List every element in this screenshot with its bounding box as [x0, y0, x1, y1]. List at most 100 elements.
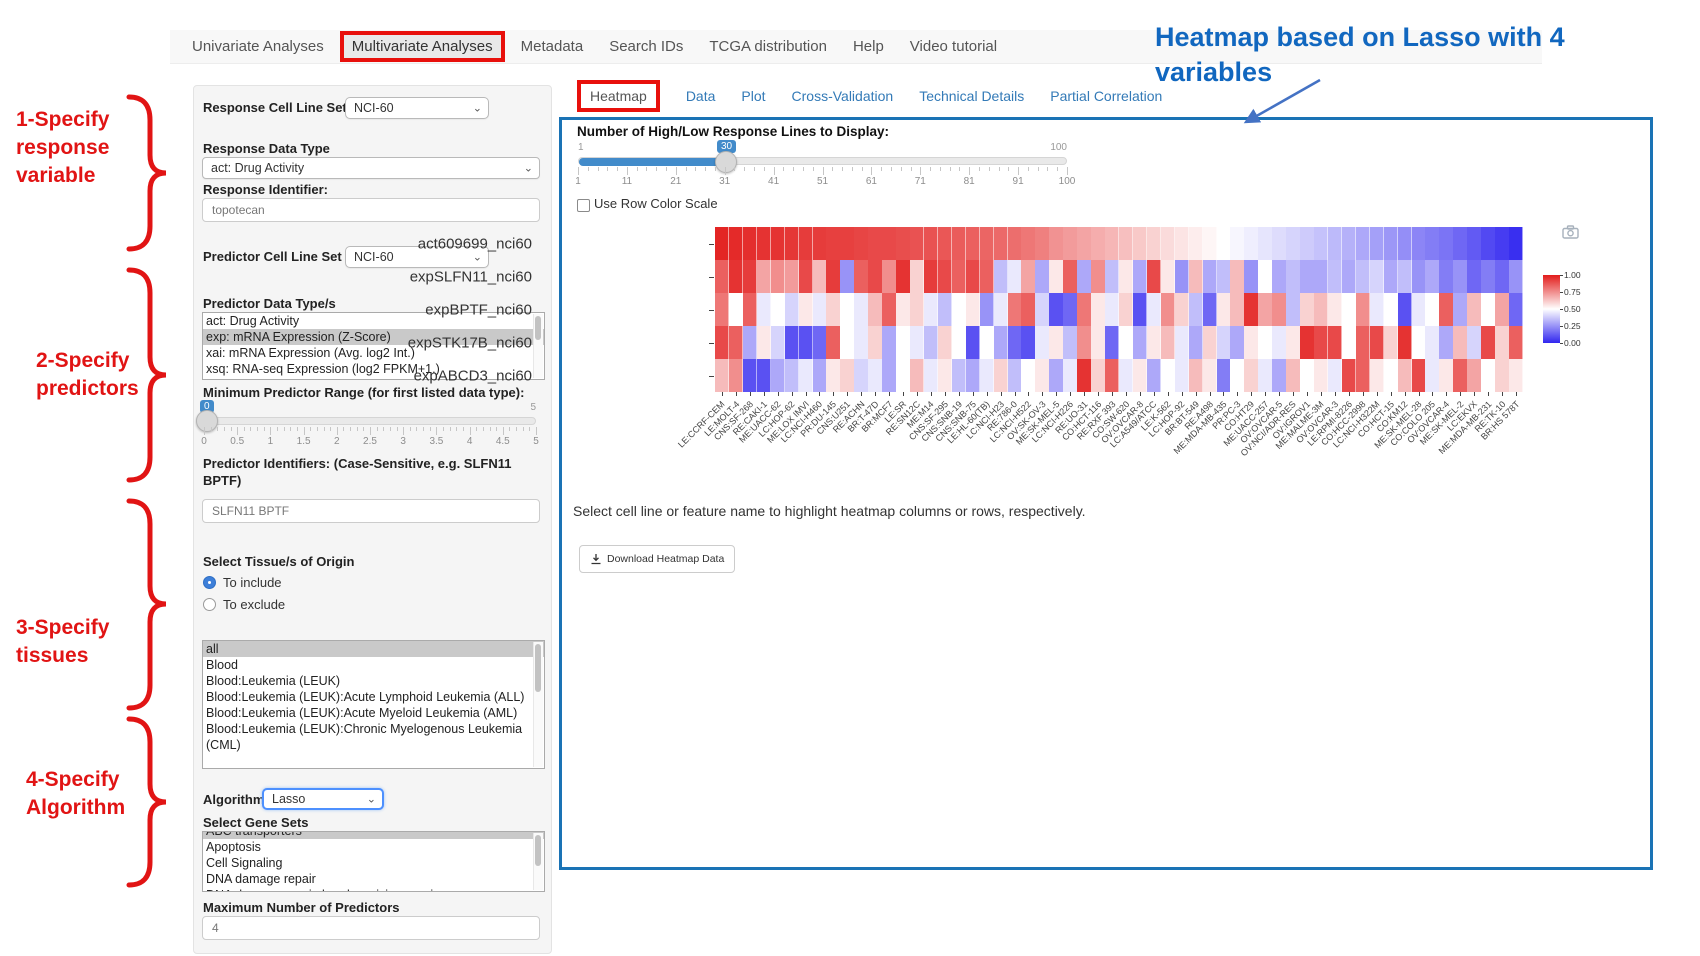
max-predictors-input[interactable]: [202, 916, 540, 940]
tab-partial-correlation[interactable]: Partial Correlation: [1050, 88, 1162, 104]
heatmap-cell: [910, 359, 924, 392]
x-axis-tick: [1196, 392, 1197, 396]
option-row[interactable]: ABC transporters: [203, 831, 544, 839]
slider-tick: [536, 427, 537, 435]
option-row[interactable]: Cell Signaling: [203, 855, 544, 871]
nav-item-help[interactable]: Help: [843, 32, 894, 61]
predictor-identifiers-input[interactable]: [202, 499, 540, 523]
slider-tick-label: 91: [1013, 176, 1024, 187]
tab-cross-validation[interactable]: Cross-Validation: [792, 88, 894, 104]
slider-minor-tick: [463, 427, 464, 431]
option-row[interactable]: Blood: [203, 657, 544, 673]
heatmap-cell: [924, 326, 938, 359]
nav-item-univariate-analyses[interactable]: Univariate Analyses: [182, 32, 334, 61]
heatmap-cell: [826, 293, 840, 326]
slider-minor-tick: [224, 427, 225, 431]
response-identifier-input[interactable]: [202, 198, 540, 222]
lines-slider[interactable]: 1 100 30 1112131415161718191100: [578, 140, 1067, 186]
heatmap-cell: [1272, 326, 1286, 359]
slider-minor-tick: [881, 167, 882, 171]
algorithm-select[interactable]: Lasso ⌄: [262, 788, 384, 810]
slider-minor-tick: [617, 167, 618, 171]
option-row[interactable]: all: [203, 641, 544, 657]
scrollbar[interactable]: [533, 642, 543, 767]
x-axis-tick: [1223, 392, 1224, 396]
row-label[interactable]: expBPTF_nci60: [425, 301, 532, 318]
option-row[interactable]: Apoptosis: [203, 839, 544, 855]
scrollbar[interactable]: [533, 833, 543, 890]
response-cell-line-set-select[interactable]: NCI-60 ⌄: [345, 97, 489, 119]
slider-minor-tick: [1008, 167, 1009, 171]
slider-tick: [403, 427, 404, 435]
option-row[interactable]: DNA damage repair: [203, 871, 544, 887]
heatmap-cell: [840, 260, 854, 293]
heatmap-cell: [799, 293, 813, 326]
row-label[interactable]: expSLFN11_nci60: [410, 268, 532, 285]
heatmap-cell: [854, 227, 868, 260]
heatmap-cell: [757, 260, 771, 293]
predictor-cell-line-set-value: NCI-60: [354, 250, 394, 264]
row-label[interactable]: expSTK17B_nci60: [408, 334, 532, 351]
heatmap-cell: [1439, 326, 1453, 359]
to-include-radio[interactable]: [203, 576, 216, 589]
heatmap[interactable]: act609699_nci60expSLFN11_nci60expBPTF_nc…: [715, 227, 1523, 392]
heatmap-cell: [1258, 359, 1272, 392]
heatmap-cell: [1008, 359, 1022, 392]
heatmap-cell: [1370, 260, 1384, 293]
heatmap-cell: [1021, 293, 1035, 326]
heatmap-cell: [1342, 326, 1356, 359]
option-row[interactable]: DNA damage repair, break excision repair: [203, 887, 544, 892]
row-label[interactable]: act609699_nci60: [418, 235, 532, 252]
slider-minor-tick: [803, 167, 804, 171]
heatmap-cell: [1091, 227, 1105, 260]
heatmap-cell: [1300, 326, 1314, 359]
slider-minor-tick: [250, 427, 251, 431]
x-axis-tick: [1474, 392, 1475, 396]
heatmap-cell: [1258, 260, 1272, 293]
legend-tick: [1560, 326, 1563, 327]
tab-heatmap[interactable]: Heatmap: [577, 80, 660, 112]
scrollbar[interactable]: [533, 314, 543, 378]
heatmap-cell: [1133, 227, 1147, 260]
heatmap-cell: [826, 260, 840, 293]
min-predictor-range-slider[interactable]: 0 5 00.511.522.533.544.55: [204, 400, 536, 442]
tab-data[interactable]: Data: [686, 88, 716, 104]
heatmap-cell: [854, 260, 868, 293]
option-row[interactable]: Blood:Leukemia (LEUK): [203, 673, 544, 689]
download-heatmap-data-button[interactable]: Download Heatmap Data: [579, 545, 735, 573]
tissue-listbox[interactable]: allBloodBlood:Leukemia (LEUK)Blood:Leuke…: [202, 640, 545, 769]
nav-item-tcga-distribution[interactable]: TCGA distribution: [699, 32, 837, 61]
download-button-label: Download Heatmap Data: [607, 553, 724, 565]
nav-item-multivariate-analyses[interactable]: Multivariate Analyses: [340, 31, 505, 62]
camera-icon[interactable]: [1562, 225, 1579, 239]
nav-item-metadata[interactable]: Metadata: [511, 32, 594, 61]
heatmap-cell: [1133, 260, 1147, 293]
tab-plot[interactable]: Plot: [741, 88, 765, 104]
heatmap-cell: [1049, 326, 1063, 359]
nav-item-search-ids[interactable]: Search IDs: [599, 32, 693, 61]
nav-item-video-tutorial[interactable]: Video tutorial: [900, 32, 1007, 61]
heatmap-cell: [1189, 260, 1203, 293]
legend-tick: [1560, 275, 1563, 276]
response-data-type-select[interactable]: act: Drug Activity ⌄: [202, 157, 540, 179]
option-row[interactable]: Blood:Leukemia (LEUK):Acute Lymphoid Leu…: [203, 689, 544, 705]
slider-minor-tick: [891, 167, 892, 171]
slider-minor-tick: [257, 427, 258, 431]
heatmap-cell: [952, 359, 966, 392]
gene-sets-listbox[interactable]: ABC transportersApoptosisCell SignalingD…: [202, 831, 545, 892]
use-row-color-scale-checkbox[interactable]: [577, 199, 590, 212]
option-row[interactable]: Blood:Leukemia (LEUK):Acute Myeloid Leuk…: [203, 705, 544, 721]
response-data-type-label: Response Data Type: [203, 141, 330, 156]
slider-minor-tick: [764, 167, 765, 171]
chevron-down-icon: ⌄: [367, 792, 376, 805]
row-label[interactable]: expABCD3_nci60: [414, 367, 532, 384]
tab-technical-details[interactable]: Technical Details: [919, 88, 1024, 104]
heatmap-cell: [1412, 260, 1426, 293]
to-exclude-radio[interactable]: [203, 598, 216, 611]
x-axis-tick: [819, 392, 820, 396]
legend-tick-label: 0.25: [1564, 321, 1581, 331]
option-row[interactable]: Blood:Leukemia (LEUK):Chronic Myelogenou…: [203, 721, 544, 753]
x-axis-tick: [1210, 392, 1211, 396]
x-axis-tick: [1321, 392, 1322, 396]
legend-tick-label: 0.00: [1564, 338, 1581, 348]
